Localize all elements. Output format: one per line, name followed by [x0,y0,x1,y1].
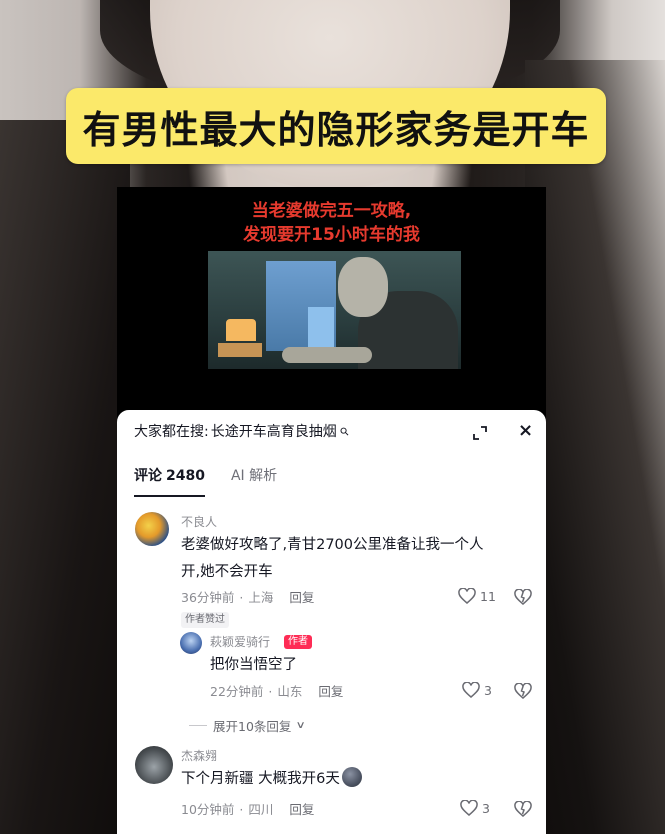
comment-time: 10分钟前 [181,802,235,817]
title-text: 有男性最大的隐形家务是开车 [82,107,590,152]
comments-panel: 大家都在搜: 长途开车高育良抽烟 ⚲ × 评论 2480 AI 解析 不良人 老婆… [117,410,546,834]
like-button[interactable]: 3 [460,800,490,816]
author-liked-badge: 作者赞过 [181,612,229,628]
like-count: 3 [484,682,492,698]
comment-text-content: 下个月新疆 大概我开6天 [181,771,340,787]
search-query[interactable]: 长途开车高育良抽烟 [211,422,337,442]
comment-username[interactable]: 萩颖爱骑行 [210,634,270,650]
dislike-icon[interactable] [514,801,532,817]
man-hand [282,347,372,363]
reply-button[interactable]: 回复 [318,684,343,700]
avatar[interactable] [135,746,173,784]
close-icon[interactable]: × [518,422,533,440]
caption-line-2: 发现要开15小时车的我 [243,225,420,245]
like-button[interactable]: 3 [462,682,492,698]
video-post[interactable]: 当老婆做完五一攻略, 发现要开15小时车的我 [117,187,546,419]
lamp [226,319,256,341]
expand-icon[interactable] [473,425,487,440]
author-tag: 作者 [284,635,312,649]
like-button[interactable]: 11 [458,588,496,604]
expand-replies-button[interactable]: 展开10条回复 ∨ [189,716,307,735]
search-icon: ⚲ [336,424,352,440]
comment-item: 不良人 老婆做好攻略了,青甘2700公里准备让我一个人 开,她不会开车 36分钟… [117,512,546,632]
heart-icon [458,588,476,604]
video-frame[interactable] [208,251,461,369]
man-head [338,257,388,317]
comment-meta: 36分钟前 · 上海 回复 [181,590,315,606]
comment-username[interactable]: 不良人 [181,514,217,530]
comment-meta: 22分钟前 · 山东 回复 [210,684,344,700]
reply-button[interactable]: 回复 [289,802,314,818]
search-prefix: 大家都在搜: [134,424,209,440]
trending-search[interactable]: 大家都在搜: 长途开车高育良抽烟 ⚲ [134,422,434,442]
background-hair-left [0,120,130,834]
tab-ai-analysis[interactable]: AI 解析 [231,466,277,496]
comment-text: 把你当悟空了 [210,657,297,673]
tab-comments[interactable]: 评论 2480 [134,466,205,497]
comment-text: 老婆做好攻略了,青甘2700公里准备让我一个人 开,她不会开车 [181,532,484,586]
comment-text: 下个月新疆 大概我开6天 [181,766,362,793]
comment-location: 四川 [248,802,274,817]
comment-meta: 10分钟前 · 四川 回复 [181,802,315,818]
title-banner: 有男性最大的隐形家务是开车 [66,88,606,164]
expand-replies-label: 展开10条回复 [213,719,292,734]
comment-username[interactable]: 杰森翙 [181,748,217,764]
tab-comments-label: 评论 [134,468,162,484]
dislike-icon[interactable] [514,683,532,699]
reply-button[interactable]: 回复 [289,590,314,606]
heart-icon [460,800,478,816]
comment-location: 山东 [277,684,303,699]
like-count: 3 [482,800,490,816]
like-count: 11 [480,588,496,604]
video-caption: 当老婆做完五一攻略, 发现要开15小时车的我 [117,199,546,247]
emoji-face-icon [341,767,362,787]
divider-line [189,725,207,726]
comment-time: 22分钟前 [210,684,264,699]
comment-item: 杰森翙 下个月新疆 大概我开6天 10分钟前 · 四川 回复 3 [117,746,546,834]
background-hair-right [525,60,665,834]
avatar[interactable] [180,632,202,654]
lamp-base [218,343,262,357]
tab-comments-count: 2480 [166,468,205,484]
comment-location: 上海 [248,590,274,605]
comment-tabs: 评论 2480 AI 解析 [134,466,277,497]
comment-time: 36分钟前 [181,590,235,605]
chevron-down-icon: ∨ [295,720,307,731]
comment-text-line: 老婆做好攻略了,青甘2700公里准备让我一个人 [181,537,484,553]
comment-text-line: 开,她不会开车 [181,564,273,580]
tab-ai-label: AI 解析 [230,468,278,484]
window [308,307,334,347]
caption-line-1: 当老婆做完五一攻略, [251,201,412,221]
dislike-icon[interactable] [514,589,532,605]
reply-item: 萩颖爱骑行 作者 把你当悟空了 22分钟前 · 山东 回复 3 [117,632,546,712]
heart-icon [462,682,480,698]
avatar[interactable] [135,512,169,546]
